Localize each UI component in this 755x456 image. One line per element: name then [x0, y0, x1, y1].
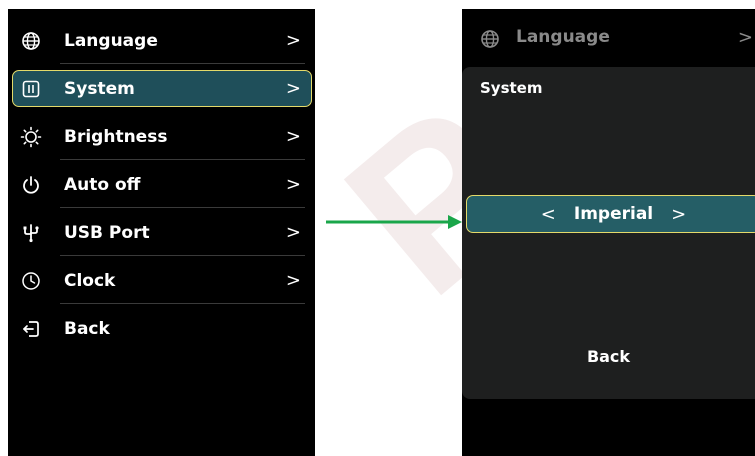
- usb-icon: [20, 222, 42, 244]
- chevron-right-icon: >: [737, 27, 753, 48]
- clock-icon: [20, 270, 42, 292]
- back-button[interactable]: Back: [462, 347, 755, 366]
- menu-item-clock[interactable]: Clock >: [8, 257, 315, 304]
- divider: [60, 159, 305, 160]
- next-option-button[interactable]: >: [671, 204, 686, 225]
- divider: [60, 303, 305, 304]
- divider: [60, 63, 305, 64]
- system-popup: System < Imperial > Back: [462, 67, 755, 399]
- transition-arrow: [326, 212, 464, 236]
- globe-icon: [20, 30, 42, 52]
- menu-item-brightness[interactable]: Brightness >: [8, 113, 315, 160]
- unit-selector[interactable]: < Imperial >: [466, 195, 755, 233]
- system-icon: [20, 78, 42, 100]
- chevron-right-icon: >: [285, 78, 301, 99]
- menu-item-back[interactable]: Back: [8, 305, 315, 352]
- chevron-right-icon: >: [285, 270, 301, 291]
- chevron-right-icon: >: [285, 30, 301, 51]
- divider: [60, 255, 305, 256]
- menu-item-label: Clock: [64, 270, 116, 291]
- system-setting-screen: Language > System < Imperial > Back: [462, 9, 755, 456]
- menu-item-label: System: [64, 78, 135, 99]
- chevron-right-icon: >: [285, 222, 301, 243]
- menu-item-label: Language: [516, 27, 610, 47]
- menu-item-system[interactable]: System >: [8, 65, 315, 112]
- previous-option-button[interactable]: <: [541, 204, 556, 225]
- chevron-right-icon: >: [285, 174, 301, 195]
- menu-item-usb-port[interactable]: USB Port >: [8, 209, 315, 256]
- selected-value: Imperial: [573, 204, 654, 224]
- menu-item-language[interactable]: Language >: [8, 17, 315, 64]
- menu-item-label: Brightness: [64, 126, 168, 147]
- globe-icon: [480, 29, 500, 53]
- menu-item-label: Back: [64, 318, 110, 339]
- selection-highlight: [12, 70, 312, 107]
- power-icon: [20, 174, 42, 196]
- chevron-right-icon: >: [285, 126, 301, 147]
- popup-title: System: [480, 79, 543, 97]
- menu-item-label: Language: [64, 30, 158, 51]
- divider: [60, 207, 305, 208]
- menu-item-label: USB Port: [64, 222, 150, 243]
- back-icon: [20, 318, 42, 340]
- menu-item-label: Auto off: [64, 174, 141, 195]
- brightness-icon: [20, 126, 42, 148]
- settings-menu-screen: Language > System > Brightness > Auto of…: [8, 9, 315, 456]
- menu-item-auto-off[interactable]: Auto off >: [8, 161, 315, 208]
